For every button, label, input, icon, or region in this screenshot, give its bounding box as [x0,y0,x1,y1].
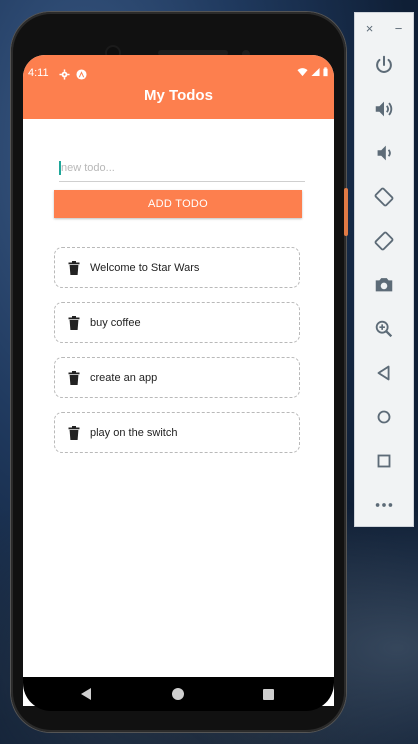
emulator-window-controls: × − [355,13,413,43]
todo-item: Welcome to Star Wars [54,247,300,288]
todo-text: buy coffee [90,317,141,329]
trash-icon[interactable] [68,261,80,275]
volume-up-icon [375,101,393,117]
status-left-icons [59,67,87,80]
wifi-icon [297,68,308,77]
screenshot-button[interactable] [355,263,413,307]
text-caret [59,161,61,175]
nav-home-icon[interactable] [172,688,184,700]
phone-side-button[interactable] [344,188,348,236]
back-button[interactable] [355,351,413,395]
more-icon [375,503,393,507]
volume-down-icon [377,145,391,161]
todo-list: Welcome to Star Wars buy coffee create a… [54,247,302,467]
nav-recents-icon[interactable] [263,689,274,700]
todo-text: Welcome to Star Wars [90,262,200,274]
more-button[interactable] [355,483,413,527]
todo-text: play on the switch [90,427,178,439]
back-icon [377,365,390,381]
app-title: My Todos [144,87,213,104]
app-notification-icon [76,67,87,80]
rotate-right-icon [374,231,394,251]
camera-icon [375,278,393,292]
zoom-button[interactable] [355,307,413,351]
rotate-left-button[interactable] [355,175,413,219]
overview-icon [377,454,391,468]
trash-icon[interactable] [68,316,80,330]
volume-down-button[interactable] [355,131,413,175]
nav-back-icon[interactable] [81,688,91,700]
trash-icon[interactable] [68,426,80,440]
volume-up-button[interactable] [355,87,413,131]
power-button[interactable] [355,43,413,87]
minimize-icon[interactable]: − [395,21,403,36]
overview-button[interactable] [355,439,413,483]
home-icon [377,410,391,424]
app-screen: 4:11 My Todos new todo... ADD TODO Welco… [23,55,334,706]
status-time: 4:11 [28,67,49,79]
todo-text: create an app [90,372,158,384]
rotate-left-icon [374,187,394,207]
settings-gear-icon [59,67,70,80]
zoom-icon [375,320,393,338]
todo-item: play on the switch [54,412,300,453]
new-todo-input[interactable] [59,155,305,182]
rotate-right-button[interactable] [355,219,413,263]
android-nav-bar [23,677,334,711]
todo-item: buy coffee [54,302,300,343]
app-header: 4:11 My Todos [23,55,334,119]
todo-item: create an app [54,357,300,398]
battery-icon [323,67,328,77]
emulator-toolbar: × − [354,12,414,527]
power-icon [376,55,392,73]
trash-icon[interactable] [68,371,80,385]
status-right-icons [297,67,328,77]
home-button[interactable] [355,395,413,439]
add-todo-button[interactable]: ADD TODO [54,190,302,218]
close-icon[interactable]: × [366,21,374,36]
signal-icon [311,67,320,77]
